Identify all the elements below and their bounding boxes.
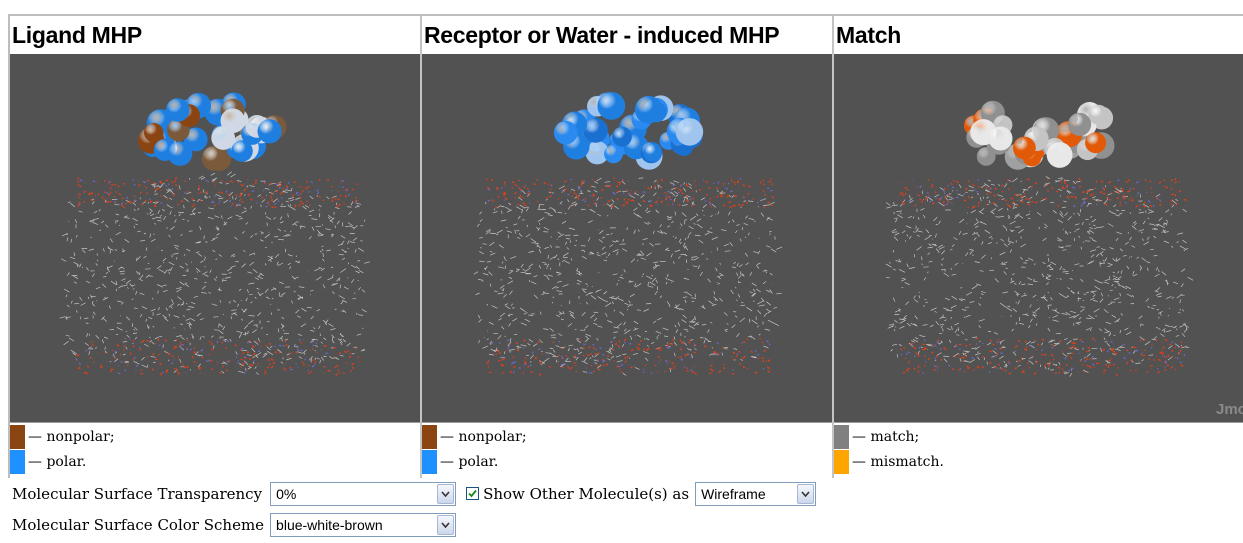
color-swatch — [834, 424, 849, 449]
legend-label: — polar. — [28, 453, 87, 470]
legend-item-polar: — polar. — [10, 449, 420, 474]
ligand-surface — [553, 92, 704, 170]
color-swatch — [422, 449, 437, 474]
display-controls: Molecular Surface Transparency 0% Show O… — [8, 478, 1008, 540]
color-swatch — [834, 449, 849, 474]
legend-item-mismatch: — mismatch. — [834, 449, 1243, 474]
receptor-wireframe — [885, 176, 1194, 377]
legend: — match; — mismatch. — [834, 423, 1243, 474]
receptor-wireframe — [59, 171, 370, 376]
jmol-watermark: Jmol — [1215, 401, 1243, 418]
transparency-row: Molecular Surface Transparency 0% Show O… — [8, 478, 1008, 509]
panel-ligand-mhp: Ligand MHP — nonpolar; — polar. — [10, 16, 422, 478]
color-swatch — [422, 424, 437, 449]
panel-title: Receptor or Water - induced MHP — [424, 22, 780, 48]
molecule-viewer-ligand[interactable] — [10, 54, 420, 423]
render-mode-select[interactable]: Wireframe — [695, 481, 817, 506]
legend-label: — nonpolar; — [440, 428, 527, 445]
legend-label: — match; — [852, 428, 920, 445]
molecule-viewer-receptor[interactable] — [422, 54, 832, 423]
ligand-surface — [963, 100, 1115, 170]
molecule-scene — [473, 92, 783, 377]
legend-item-nonpolar: — nonpolar; — [422, 424, 832, 449]
chevron-down-icon[interactable] — [437, 483, 455, 504]
selected-value: blue-white-brown — [276, 516, 383, 533]
panel-title: Match — [836, 22, 901, 48]
color-scheme-row: Molecular Surface Color Scheme blue-whit… — [8, 509, 1008, 540]
selected-value: 0% — [276, 485, 297, 502]
show-other-label: Show Other Molecule(s) as — [483, 484, 690, 503]
panel-match: Match Jmol — match; — mismatch. — [834, 16, 1243, 478]
transparency-label: Molecular Surface Transparency — [12, 484, 263, 503]
legend: — nonpolar; — polar. — [422, 423, 832, 474]
mhp-comparison-table: Ligand MHP — nonpolar; — polar. Receptor… — [8, 14, 1243, 478]
panel-title: Ligand MHP — [12, 22, 142, 48]
ligand-surface — [138, 92, 287, 171]
chevron-down-icon[interactable] — [797, 483, 815, 504]
show-other-checkbox[interactable] — [466, 487, 480, 500]
panel-receptor-mhp: Receptor or Water - induced MHP — nonpol… — [422, 16, 834, 478]
selected-value: Wireframe — [701, 485, 766, 502]
color-scheme-label: Molecular Surface Color Scheme — [12, 515, 265, 534]
chevron-down-icon[interactable] — [437, 514, 455, 535]
legend: — nonpolar; — polar. — [10, 423, 420, 474]
legend-item-nonpolar: — nonpolar; — [10, 424, 420, 449]
legend-label: — mismatch. — [852, 453, 944, 470]
legend-item-polar: — polar. — [422, 449, 832, 474]
legend-label: — nonpolar; — [28, 428, 115, 445]
legend-item-match: — match; — [834, 424, 1243, 449]
transparency-select[interactable]: 0% — [270, 481, 457, 506]
color-swatch — [10, 449, 25, 474]
color-scheme-select[interactable]: blue-white-brown — [270, 512, 457, 537]
legend-label: — polar. — [440, 453, 499, 470]
color-swatch — [10, 424, 25, 449]
receptor-wireframe — [473, 177, 783, 377]
molecule-scene — [885, 100, 1194, 377]
molecule-scene — [59, 92, 370, 376]
molecule-viewer-match[interactable]: Jmol — [834, 54, 1243, 423]
